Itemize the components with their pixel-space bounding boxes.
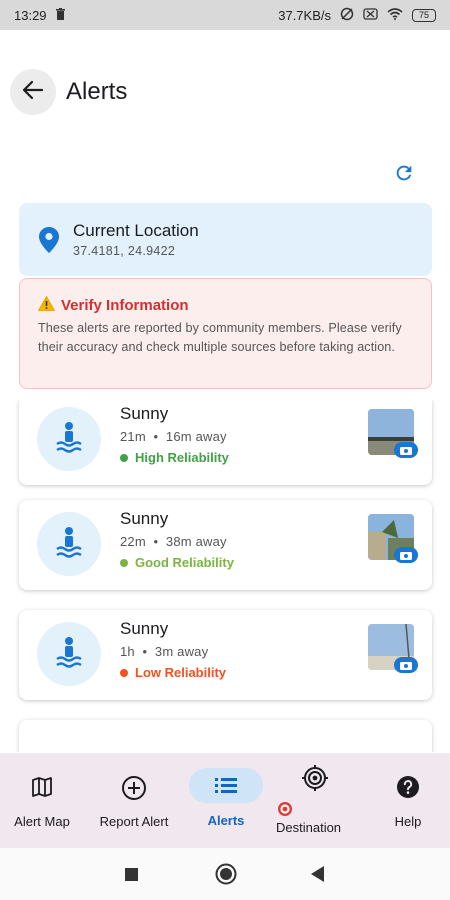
alert-meta: 22m • 38m away <box>120 534 227 549</box>
verify-title: Verify Information <box>61 297 189 314</box>
alert-card[interactable] <box>19 720 432 752</box>
alert-title: Sunny <box>120 619 169 638</box>
list-icon <box>215 776 237 799</box>
reliability-indicator: Low Reliability <box>120 665 226 680</box>
verify-text: These alerts are reported by community m… <box>38 321 402 354</box>
location-title: Current Location <box>73 221 199 240</box>
reliability-dot <box>120 668 128 677</box>
alert-card[interactable]: Sunny 1h • 3m away Low Reliability <box>19 610 432 700</box>
network-speed: 37.7KB/s <box>278 7 331 23</box>
separator: • <box>153 534 159 549</box>
flood-icon <box>54 636 84 673</box>
system-navigation-bar <box>0 848 450 900</box>
alert-age: 22m <box>120 534 146 549</box>
current-location-card: Current Location 37.4181, 24.9422 <box>19 203 432 276</box>
reliability-dot <box>120 453 128 462</box>
nav-destination[interactable]: Destination <box>268 753 362 848</box>
reliability-dot <box>120 558 128 567</box>
alerts-list[interactable]: Sunny 21m • 16m away High Reliability Su… <box>0 400 450 752</box>
alert-card[interactable]: Sunny 22m • 38m away Good Reliability <box>19 500 432 590</box>
trash-icon <box>55 7 66 23</box>
alert-distance: 38m away <box>165 534 227 549</box>
reliability-label: Good Reliability <box>135 555 234 570</box>
separator: • <box>153 429 159 444</box>
verify-heading: Verify Information <box>37 295 189 315</box>
page-title: Alerts <box>66 78 128 105</box>
alert-age: 21m <box>120 429 146 444</box>
nav-alerts[interactable]: Alerts <box>189 753 263 848</box>
sim-off-icon <box>363 7 378 23</box>
reliability-indicator: Good Reliability <box>120 555 234 570</box>
warning-icon <box>37 295 56 315</box>
alert-title: Sunny <box>120 509 169 528</box>
nav-report-alert[interactable]: Report Alert <box>84 753 184 848</box>
nav-alert-map[interactable]: Alert Map <box>0 753 84 848</box>
verify-information-card: Verify Information These alerts are repo… <box>19 278 432 389</box>
flood-icon <box>54 526 84 563</box>
alert-avatar <box>37 622 101 686</box>
help-icon <box>396 775 420 804</box>
alert-meta: 1h • 3m away <box>120 644 208 659</box>
camera-badge-icon <box>394 442 418 458</box>
alert-avatar <box>37 407 101 471</box>
alert-distance: 16m away <box>165 429 227 444</box>
reliability-label: Low Reliability <box>135 665 227 680</box>
flood-icon <box>54 421 84 458</box>
bullseye-icon <box>277 801 293 822</box>
reliability-indicator: High Reliability <box>120 450 229 465</box>
arrow-left-icon <box>22 79 44 106</box>
bottom-navigation: Alert Map Report Alert Alerts Destinatio… <box>0 753 450 848</box>
refresh-button[interactable] <box>390 161 418 189</box>
alert-card[interactable]: Sunny 21m • 16m away High Reliability <box>19 400 432 485</box>
alert-distance: 3m away <box>154 644 209 659</box>
home-button-icon[interactable] <box>215 863 237 890</box>
camera-badge-icon <box>394 547 418 563</box>
reliability-label: High Reliability <box>135 450 229 465</box>
wifi-icon <box>387 7 403 23</box>
nav-help[interactable]: Help <box>370 753 446 848</box>
nav-label: Report Alert <box>99 814 169 829</box>
location-coords: 37.4181, 24.9422 <box>73 244 176 258</box>
refresh-icon <box>393 162 415 189</box>
status-time: 13:29 <box>14 7 47 23</box>
nav-label: Alerts <box>207 813 245 828</box>
back-button[interactable] <box>10 69 56 115</box>
target-icon <box>302 765 328 796</box>
alert-title: Sunny <box>120 404 169 423</box>
battery-icon: 75 <box>412 8 436 22</box>
location-pin-icon <box>39 227 59 258</box>
nav-label: Help <box>394 814 422 829</box>
nav-label: Destination <box>276 820 342 835</box>
recents-button-icon[interactable] <box>125 868 138 886</box>
map-icon <box>30 775 54 804</box>
status-bar: 13:29 37.7KB/s 75 <box>0 0 450 30</box>
camera-badge-icon <box>394 657 418 673</box>
data-saver-icon <box>340 7 354 24</box>
add-circle-icon <box>121 775 147 806</box>
back-triangle-icon[interactable] <box>311 866 325 887</box>
battery-level: 75 <box>418 9 429 20</box>
separator: • <box>142 644 148 659</box>
alert-meta: 21m • 16m away <box>120 429 227 444</box>
alert-age: 1h <box>120 644 135 659</box>
nav-label: Alert Map <box>14 814 70 829</box>
alert-avatar <box>37 512 101 576</box>
